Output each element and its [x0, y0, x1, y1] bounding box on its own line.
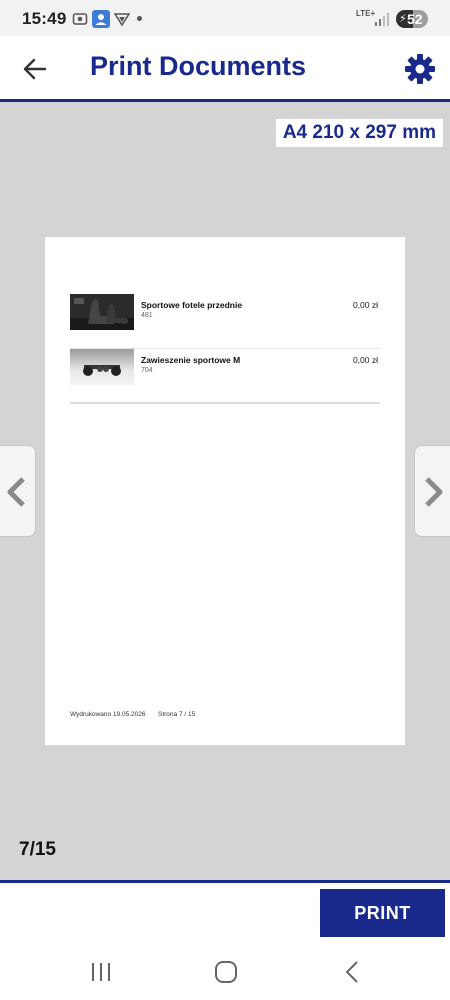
battery-level: 52: [407, 11, 423, 27]
account-icon: [92, 10, 110, 28]
status-bar: 15:49 LTE+ ⚡ 52: [0, 0, 450, 36]
system-back-button[interactable]: [340, 959, 368, 985]
vpn-icon: [113, 11, 131, 27]
home-button[interactable]: [212, 959, 240, 985]
document-page: Sportowe fotele przednie 481 0,00 zł Zaw…: [45, 237, 405, 745]
recent-apps-icon: [92, 963, 110, 981]
item-price: 0,00 zł: [352, 300, 378, 310]
charging-icon: ⚡: [399, 13, 407, 25]
page-counter: 7/15: [19, 839, 56, 860]
battery-indicator: ⚡ 52: [396, 10, 428, 28]
back-button[interactable]: [20, 54, 50, 84]
suspension-thumbnail: [70, 349, 134, 385]
settings-button[interactable]: [402, 51, 438, 87]
print-preview-area: A4 210 x 297 mm Sportowe fotele przednie…: [0, 102, 450, 880]
chevron-right-icon: [425, 477, 443, 507]
seat-thumbnail: [70, 294, 134, 330]
notification-dot: [137, 16, 142, 21]
printed-date: Wydrukowano 19.05.2026: [70, 711, 146, 718]
screenshot-icon: [72, 11, 88, 27]
signal-icon: [374, 12, 390, 28]
paper-size-label: A4 210 x 297 mm: [275, 119, 443, 147]
system-navigation-bar: [0, 945, 450, 1000]
item-code: 481: [141, 312, 153, 319]
item-name: Zawieszenie sportowe M: [141, 355, 241, 365]
page-title: Print Documents: [90, 51, 307, 81]
page-footer-number: Strona 7 / 15: [158, 711, 196, 718]
app-bar: Print Documents: [0, 36, 450, 102]
next-page-button[interactable]: [414, 445, 450, 537]
list-item: Sportowe fotele przednie 481 0,00 zł: [70, 294, 380, 349]
back-chevron-icon: [345, 961, 358, 983]
status-time: 15:49: [22, 9, 67, 28]
gear-icon: [405, 54, 435, 84]
previous-page-button[interactable]: [0, 445, 36, 537]
item-code: 704: [141, 367, 153, 374]
list-item: Zawieszenie sportowe M 704 0,00 zł: [70, 349, 380, 404]
home-icon: [215, 961, 237, 983]
item-name: Sportowe fotele przednie: [141, 300, 243, 310]
chevron-left-icon: [7, 477, 25, 507]
action-bar: PRINT: [0, 880, 450, 945]
print-button[interactable]: PRINT: [320, 889, 445, 937]
item-price: 0,00 zł: [352, 355, 378, 365]
arrow-left-icon: [23, 58, 47, 80]
network-type: LTE+: [356, 9, 376, 18]
recent-apps-button[interactable]: [88, 959, 116, 985]
